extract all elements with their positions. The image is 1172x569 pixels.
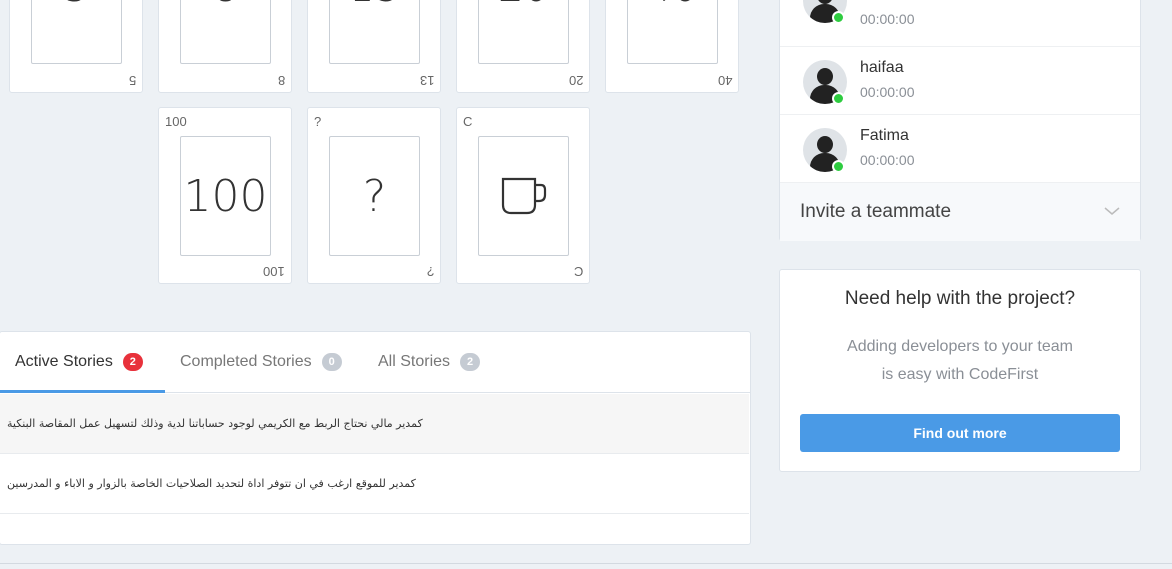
card-face: 5 bbox=[31, 0, 122, 64]
help-title: Need help with the project? bbox=[844, 288, 1076, 309]
invite-label: Invite a teammate bbox=[800, 201, 952, 222]
member-time: 00:00:00 bbox=[860, 152, 915, 168]
member-name: Fatima bbox=[860, 127, 909, 144]
card-corner-rotated: 5 bbox=[128, 73, 136, 88]
tab-active-stories[interactable]: Active Stories 2 bbox=[15, 332, 143, 392]
card-corner: ? bbox=[314, 114, 322, 129]
story-text: كمدير للموقع ارغب في ان تتوفر اداة لتحدي… bbox=[7, 477, 416, 490]
team-panel: 00:00:00 haifaa 00:00:00 Fatima 00:00:00… bbox=[779, 0, 1141, 241]
card-face: 20 bbox=[478, 0, 569, 64]
count-badge: 2 bbox=[460, 353, 481, 371]
active-tab-underline bbox=[0, 390, 165, 393]
card-face: 40 bbox=[627, 0, 718, 64]
help-text-line2: is easy with CodeFirst bbox=[881, 366, 1039, 383]
stories-tabs: Active Stories 2 Completed Stories 0 All… bbox=[0, 332, 750, 393]
card-13[interactable]: 13 13 bbox=[307, 0, 441, 93]
card-corner-rotated: 100 bbox=[263, 264, 285, 279]
card-5[interactable]: 5 5 bbox=[9, 0, 143, 93]
card-face: ? bbox=[329, 136, 420, 256]
tab-completed-stories[interactable]: Completed Stories 0 bbox=[180, 332, 342, 392]
card-face: 8 bbox=[180, 0, 271, 64]
story-row[interactable]: كمدير للموقع ارغب في ان تتوفر اداة لتحدي… bbox=[0, 454, 749, 514]
invite-teammate-toggle[interactable]: Invite a teammate bbox=[780, 183, 1140, 241]
card-face bbox=[478, 136, 569, 256]
card-corner: C bbox=[463, 114, 473, 129]
member-time: 00:00:00 bbox=[860, 11, 915, 27]
coffee-cup-icon bbox=[501, 177, 546, 215]
tab-label: All Stories bbox=[378, 353, 451, 370]
card-face: 100 bbox=[180, 136, 271, 256]
find-out-more-button[interactable]: Find out more bbox=[800, 414, 1120, 452]
card-corner-rotated: 13 bbox=[419, 73, 434, 88]
card-question[interactable]: ? ? ? bbox=[307, 107, 441, 284]
page-bottom-divider bbox=[0, 563, 1172, 564]
card-face: 13 bbox=[329, 0, 420, 64]
stories-panel: Active Stories 2 Completed Stories 0 All… bbox=[0, 331, 751, 545]
count-badge: 2 bbox=[122, 353, 143, 371]
tab-label: Active Stories bbox=[15, 353, 113, 370]
card-corner-rotated: 20 bbox=[568, 73, 583, 88]
count-badge: 0 bbox=[321, 353, 342, 371]
card-coffee[interactable]: C C bbox=[456, 107, 590, 284]
team-member-partial: 00:00:00 bbox=[780, 0, 1140, 47]
card-corner-rotated: 40 bbox=[717, 73, 732, 88]
online-indicator bbox=[832, 160, 845, 173]
online-indicator bbox=[832, 11, 845, 24]
team-member: Fatima 00:00:00 bbox=[780, 115, 1140, 183]
card-corner-rotated: 8 bbox=[277, 73, 285, 88]
card-100[interactable]: 100 100 100 bbox=[158, 107, 292, 284]
story-text: كمدير مالي نحتاج الربط مع الكريمي لوجود … bbox=[7, 417, 423, 430]
chevron-down-icon bbox=[1104, 207, 1120, 215]
card-corner-rotated: ? bbox=[426, 264, 434, 279]
card-40[interactable]: 40 40 bbox=[605, 0, 739, 93]
card-corner: 100 bbox=[165, 114, 187, 129]
tab-all-stories[interactable]: All Stories 2 bbox=[378, 332, 481, 392]
card-8[interactable]: 8 8 bbox=[158, 0, 292, 93]
help-text-line1: Adding developers to your team bbox=[847, 338, 1073, 355]
story-row[interactable]: كمدير مالي نحتاج الربط مع الكريمي لوجود … bbox=[0, 394, 749, 454]
tab-label: Completed Stories bbox=[180, 353, 312, 370]
member-name: haifaa bbox=[860, 59, 904, 76]
online-indicator bbox=[832, 92, 845, 105]
help-panel: Need help with the project? Adding devel… bbox=[779, 269, 1141, 472]
member-time: 00:00:00 bbox=[860, 84, 915, 100]
team-member: haifaa 00:00:00 bbox=[780, 47, 1140, 115]
card-corner-rotated: C bbox=[573, 264, 583, 279]
card-20[interactable]: 20 20 bbox=[456, 0, 590, 93]
